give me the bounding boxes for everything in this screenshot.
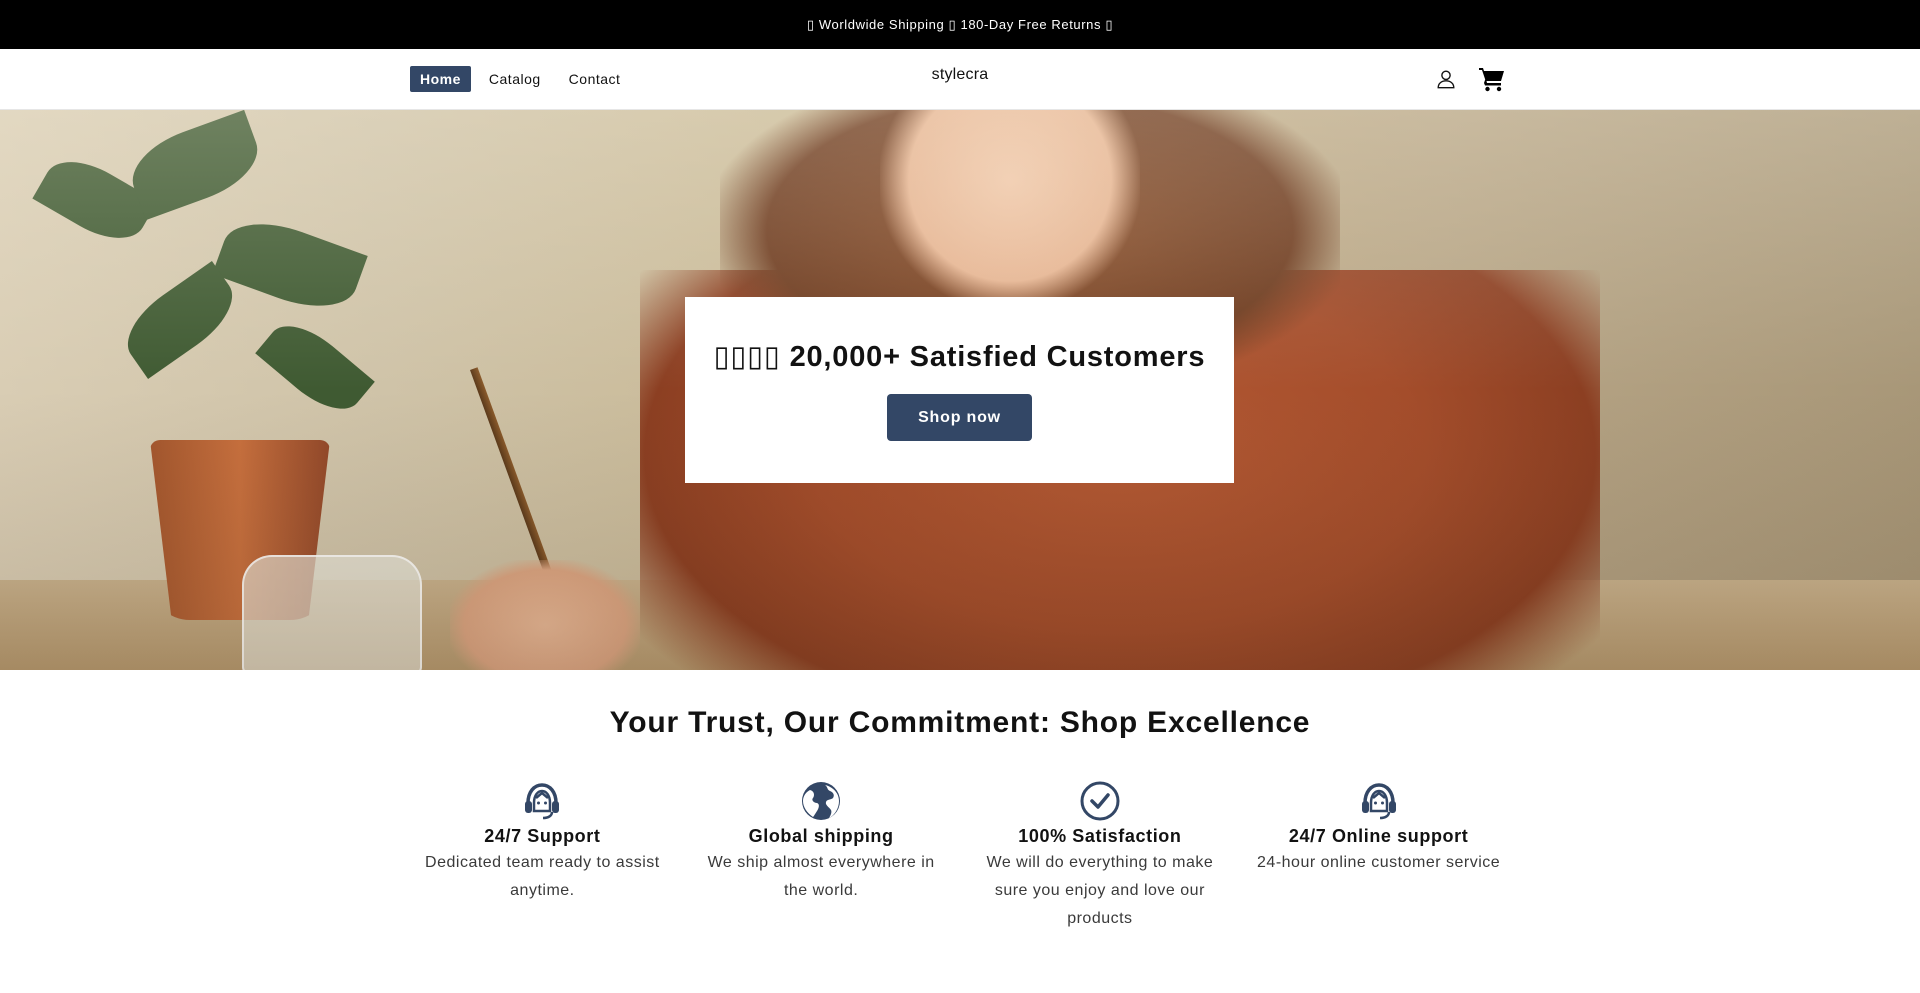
feature-text: We ship almost everywhere in the world. (707, 854, 935, 899)
nav-home[interactable]: Home (410, 66, 471, 92)
site-logo[interactable]: stylecra (932, 66, 989, 83)
trust-title: Your Trust, Our Commitment: Shop Excelle… (609, 706, 1311, 739)
feature-text: Dedicated team ready to assist anytime. (425, 854, 660, 899)
hero-card: ▯▯▯▯ 20,000+ Satisfied Customers Shop no… (685, 297, 1234, 483)
feature-item: 24/7 Support Dedicated team ready to ass… (403, 780, 682, 933)
shop-now-button[interactable]: Shop now (887, 394, 1032, 441)
headset-icon (1358, 780, 1400, 822)
account-icon[interactable] (1430, 63, 1462, 95)
main-nav: Home Catalog Contact (410, 66, 630, 92)
check-circle-icon (1079, 780, 1121, 822)
hero-headline: ▯▯▯▯ 20,000+ Satisfied Customers (713, 341, 1206, 373)
nav-contact[interactable]: Contact (559, 66, 631, 92)
announcement-bar: ▯ Worldwide Shipping ▯ 180-Day Free Retu… (0, 0, 1920, 49)
nav-catalog[interactable]: Catalog (479, 66, 551, 92)
feature-title: 24/7 Online support (1288, 826, 1469, 846)
feature-title: Global shipping (748, 826, 894, 846)
feature-item: 24/7 Online support 24-hour online custo… (1239, 780, 1518, 933)
features-row: 24/7 Support Dedicated team ready to ass… (403, 780, 1518, 933)
feature-item: Global shipping We ship almost everywher… (682, 780, 961, 933)
feature-text: 24-hour online customer service (1257, 854, 1501, 871)
announcement-text: ▯ Worldwide Shipping ▯ 180-Day Free Retu… (806, 16, 1114, 32)
headset-icon (521, 780, 563, 822)
feature-title: 100% Satisfaction (1018, 826, 1182, 846)
header-icons (1430, 63, 1508, 95)
logo-wrapper: stylecra (0, 66, 1920, 84)
globe-icon (800, 780, 842, 822)
feature-text: We will do everything to make sure you e… (986, 854, 1214, 927)
feature-title: 24/7 Support (484, 826, 601, 846)
cart-icon[interactable] (1476, 63, 1508, 95)
site-header: Home Catalog Contact stylecra (0, 49, 1920, 110)
feature-item: 100% Satisfaction We will do everything … (961, 780, 1240, 933)
